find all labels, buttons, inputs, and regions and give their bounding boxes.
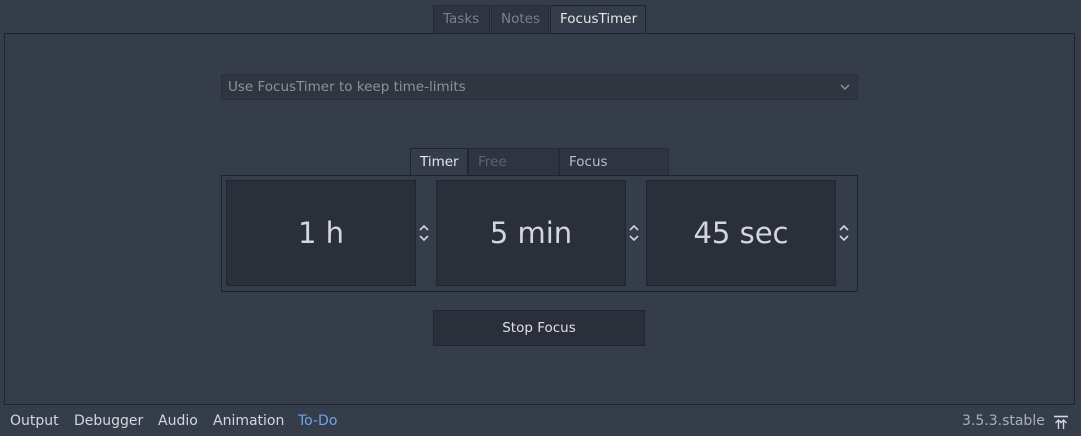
stop-focus-button[interactable]: Stop Focus <box>433 310 645 346</box>
chevron-down-icon <box>840 84 850 91</box>
seconds-spinbox[interactable]: 45 sec <box>646 180 836 286</box>
tab-tasks[interactable]: Tasks <box>433 5 490 33</box>
minutes-spinbox[interactable]: 5 min <box>436 180 626 286</box>
version-label: 3.5.3.stable <box>962 413 1045 429</box>
bottom-tab-output[interactable]: Output <box>10 413 59 429</box>
bottom-tab-audio[interactable]: Audio <box>158 413 198 429</box>
mode-dropdown[interactable]: Use FocusTimer to keep time-limits <box>221 74 858 100</box>
seconds-updown-icon[interactable] <box>838 223 850 243</box>
bottom-tab-todo[interactable]: To-Do <box>298 413 337 429</box>
hours-updown-icon[interactable] <box>418 223 430 243</box>
hours-spinbox[interactable]: 1 h <box>226 180 416 286</box>
main-tab-bar: Tasks Notes FocusTimer <box>433 5 647 34</box>
timer-tab-bar: Timer Free Focus Focus History <box>410 148 669 196</box>
tab-timer[interactable]: Timer <box>410 148 468 176</box>
bottom-tab-debugger[interactable]: Debugger <box>74 413 143 429</box>
tab-focus-history[interactable]: Focus History <box>559 148 669 196</box>
tab-free-focus[interactable]: Free Focus <box>468 148 559 196</box>
minutes-updown-icon[interactable] <box>628 223 640 243</box>
tab-focustimer[interactable]: FocusTimer <box>550 5 646 34</box>
expand-panel-icon[interactable] <box>1053 414 1069 430</box>
focus-timer-editor: Tasks Notes FocusTimer Use FocusTimer to… <box>0 0 1081 436</box>
tab-notes[interactable]: Notes <box>491 5 549 33</box>
bottom-panel-bar: Output Debugger Audio Animation To-Do 3.… <box>0 407 1081 436</box>
bottom-tab-animation[interactable]: Animation <box>213 413 284 429</box>
dropdown-selected-value: Use FocusTimer to keep time-limits <box>228 79 466 95</box>
